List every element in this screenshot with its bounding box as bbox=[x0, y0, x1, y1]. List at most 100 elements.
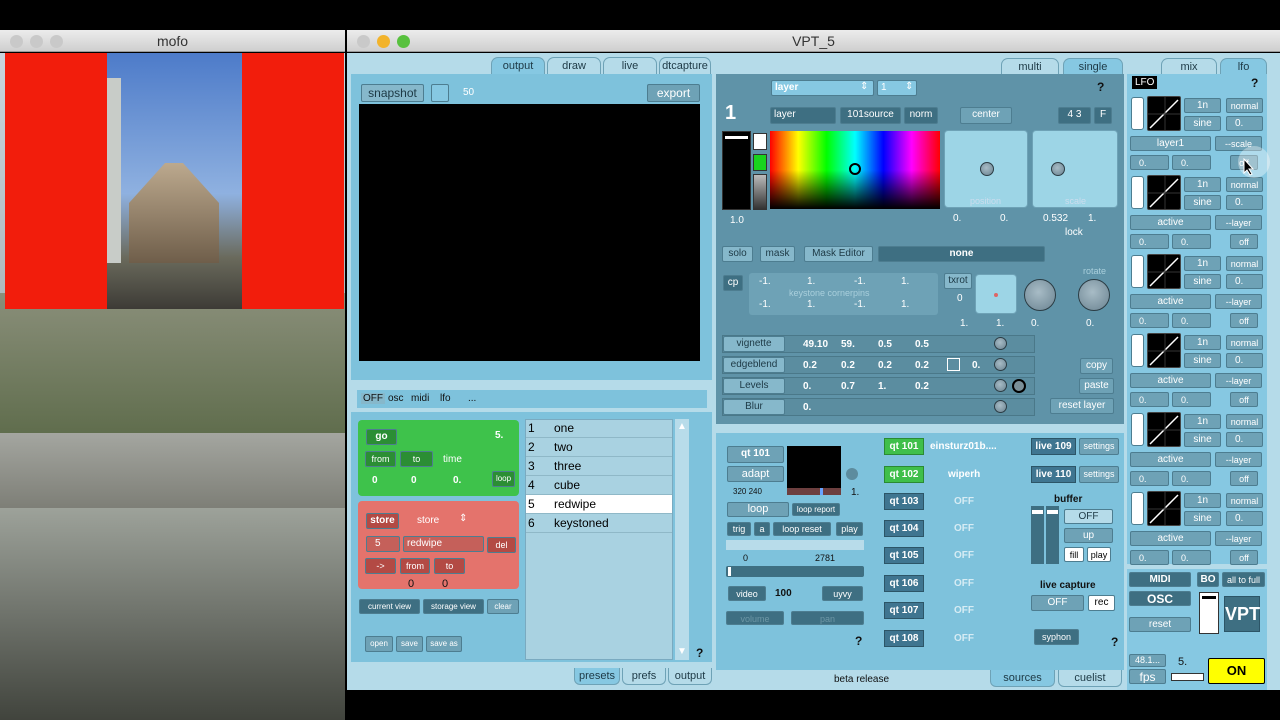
levels-value[interactable]: 1. bbox=[878, 381, 886, 392]
loop-report-button[interactable]: loop report bbox=[792, 503, 840, 516]
qt-101-file[interactable]: einsturz01b.... bbox=[930, 441, 997, 452]
opacity-value[interactable]: 1.0 bbox=[730, 215, 744, 226]
paste-button[interactable]: paste bbox=[1079, 378, 1114, 394]
layer-source-field[interactable]: 101source bbox=[840, 107, 901, 124]
lfo-max-field[interactable]: 0. bbox=[1172, 234, 1211, 249]
go-from-value[interactable]: 0 bbox=[372, 475, 378, 486]
tab-single[interactable]: single bbox=[1063, 58, 1123, 75]
tab-cuelist[interactable]: cuelist bbox=[1058, 670, 1122, 687]
lfo-rate-field[interactable]: 1n bbox=[1184, 256, 1221, 271]
lfo-waveform-graph[interactable] bbox=[1147, 175, 1181, 210]
tab-draw[interactable]: draw bbox=[547, 57, 601, 74]
lfo-value-field[interactable]: 0. bbox=[1226, 353, 1263, 368]
rotate-value[interactable]: 1. bbox=[960, 318, 968, 329]
color-swatch-white[interactable] bbox=[753, 133, 767, 150]
close-button[interactable] bbox=[10, 35, 23, 48]
range-end[interactable]: 2781 bbox=[815, 553, 835, 563]
lfo-enable-toggle[interactable] bbox=[1131, 176, 1144, 209]
rotate-value[interactable]: 0. bbox=[1086, 318, 1094, 329]
help-icon[interactable]: ? bbox=[1097, 80, 1104, 94]
lfo-waveform-graph[interactable] bbox=[1147, 96, 1181, 131]
layer-select-arrow[interactable]: ⇕ bbox=[860, 81, 868, 92]
tab-live[interactable]: live bbox=[603, 57, 657, 74]
tab-sources[interactable]: sources bbox=[990, 670, 1055, 687]
trig-button[interactable]: trig bbox=[727, 522, 751, 536]
preset-name-field[interactable]: redwipe bbox=[403, 536, 484, 552]
all-to-full-button[interactable]: all to full bbox=[1222, 572, 1265, 587]
buffer-play-button[interactable]: play bbox=[1087, 547, 1111, 562]
rotate-knob-2[interactable] bbox=[1078, 279, 1110, 311]
layer-name-field[interactable]: layer bbox=[770, 107, 836, 124]
scale-pad[interactable]: scale bbox=[1032, 130, 1118, 208]
lfo-waveform-graph[interactable] bbox=[1147, 412, 1181, 447]
tab-dtcapture[interactable]: dtcapture bbox=[659, 57, 711, 74]
vignette-button[interactable]: vignette bbox=[723, 336, 785, 352]
lfo-waveform-graph[interactable] bbox=[1147, 333, 1181, 368]
blur-button[interactable]: Blur bbox=[723, 399, 785, 415]
lfo-mode-select[interactable]: normal bbox=[1226, 98, 1263, 113]
loop-toggle[interactable]: loop bbox=[492, 471, 515, 487]
lfo-off-toggle[interactable]: off bbox=[1230, 234, 1258, 249]
lfo-off-toggle[interactable]: off bbox=[1230, 471, 1258, 486]
brightness-slider[interactable] bbox=[753, 174, 767, 210]
keystone-value[interactable]: -1. bbox=[854, 299, 866, 310]
color-swatch-green[interactable] bbox=[753, 154, 767, 171]
vignette-value[interactable]: 59. bbox=[841, 339, 855, 350]
lfo-param-select[interactable]: --layer bbox=[1215, 215, 1262, 230]
lfo-min-field[interactable]: 0. bbox=[1130, 234, 1169, 249]
lfo-rate-field[interactable]: 1n bbox=[1184, 177, 1221, 192]
qt-107-button[interactable]: qt 107 bbox=[884, 602, 924, 619]
lfo-wave-select[interactable]: sine bbox=[1184, 116, 1221, 131]
scroll-up-icon[interactable]: ▲ bbox=[677, 421, 687, 432]
keystone-value[interactable]: -1. bbox=[854, 276, 866, 287]
lfo-mode-select[interactable]: normal bbox=[1226, 414, 1263, 429]
lfo-off-toggle[interactable]: off bbox=[1230, 392, 1258, 407]
help-icon[interactable]: ? bbox=[855, 634, 862, 648]
clear-button[interactable]: clear bbox=[487, 599, 519, 614]
lfo-enable-toggle[interactable] bbox=[1131, 334, 1144, 367]
qt-101-button[interactable]: qt 101 bbox=[884, 438, 924, 455]
keystone-value[interactable]: -1. bbox=[759, 299, 771, 310]
minimize-button[interactable] bbox=[30, 35, 43, 48]
loop-reset-button[interactable]: loop reset bbox=[773, 522, 831, 536]
lfo-value-field[interactable]: 0. bbox=[1226, 432, 1263, 447]
list-item[interactable]: 2 two bbox=[526, 438, 672, 457]
lfo-wave-select[interactable]: sine bbox=[1184, 432, 1221, 447]
levels-ring-icon[interactable] bbox=[1012, 379, 1026, 393]
lfo-rate-field[interactable]: 1n bbox=[1184, 335, 1221, 350]
scale-x[interactable]: 0.532 bbox=[1043, 213, 1068, 224]
rotate-value[interactable]: 0. bbox=[1031, 318, 1039, 329]
live-109-button[interactable]: live 109 bbox=[1031, 438, 1076, 455]
lfo-value-field[interactable]: 0. bbox=[1226, 274, 1263, 289]
lfo-target-select[interactable]: active bbox=[1130, 215, 1211, 230]
range-slider-thumb[interactable] bbox=[728, 567, 731, 576]
go-to-value[interactable]: 0 bbox=[411, 475, 417, 486]
cornerpin-button[interactable]: cp bbox=[723, 275, 743, 291]
qt-108-button[interactable]: qt 108 bbox=[884, 630, 924, 647]
lfo-enable-toggle[interactable] bbox=[1131, 97, 1144, 130]
live-109-settings[interactable]: settings bbox=[1079, 438, 1119, 455]
scroll-down-icon[interactable]: ▼ bbox=[677, 646, 687, 657]
play-button[interactable]: play bbox=[836, 522, 863, 536]
blur-toggle[interactable] bbox=[994, 400, 1007, 413]
lfo-max-field[interactable]: 0. bbox=[1172, 313, 1211, 328]
adapt-button[interactable]: adapt bbox=[727, 466, 784, 482]
color-picker-cursor[interactable] bbox=[849, 163, 861, 175]
qt-104-file[interactable]: OFF bbox=[954, 523, 974, 534]
solo-button[interactable]: solo bbox=[722, 246, 753, 262]
tab-output-bottom[interactable]: output bbox=[668, 668, 712, 685]
live-110-settings[interactable]: settings bbox=[1079, 466, 1119, 483]
keystone-value[interactable]: 1. bbox=[807, 299, 815, 310]
speed-value[interactable]: 100 bbox=[775, 588, 792, 599]
storage-view-button[interactable]: storage view bbox=[423, 599, 484, 614]
a-button[interactable]: a bbox=[754, 522, 770, 536]
txrot-value[interactable]: 0 bbox=[957, 293, 963, 304]
store-select[interactable]: store bbox=[417, 515, 439, 526]
keystone-value[interactable]: 1. bbox=[901, 276, 909, 287]
lfo-off-toggle[interactable]: off bbox=[1230, 550, 1258, 565]
lock-toggle[interactable]: lock bbox=[1065, 227, 1083, 238]
lfo-max-field[interactable]: 0. bbox=[1172, 155, 1211, 170]
qt-102-file[interactable]: wiperh bbox=[948, 469, 980, 480]
lfo-off-toggle[interactable]: off bbox=[1230, 313, 1258, 328]
close-button[interactable] bbox=[357, 35, 370, 48]
